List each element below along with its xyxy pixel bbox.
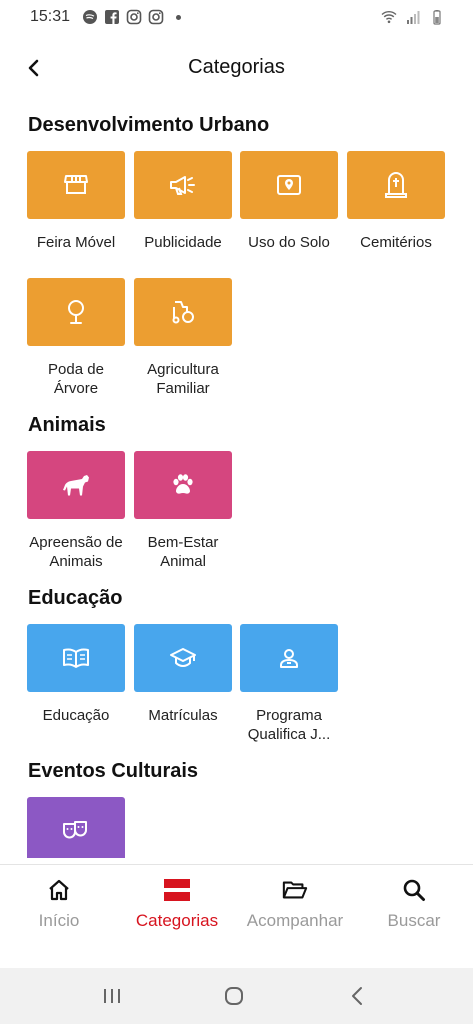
spotify-icon [83,10,97,24]
bottom-navigation: Início Categorias Acompanhar Buscar [0,864,473,968]
nav-tab-inicio[interactable]: Início [0,865,118,969]
category-tile [134,278,232,346]
category-label: Programa Qualifica J... [247,707,331,743]
category-tile [134,151,232,219]
recent-apps-icon[interactable] [92,982,132,1010]
category-label: Educação [42,707,110,724]
storefront-icon [64,175,88,194]
map-pin-icon [277,175,301,195]
category-tile [27,797,125,858]
instagram-icon [126,9,142,25]
theater-masks-icon [63,821,87,839]
category-label: Publicidade [144,234,222,251]
paw-icon [173,474,193,494]
category-tile [27,451,125,519]
category-label: Cemitérios [360,234,432,251]
category-bem-estar-animal[interactable]: Bem-Estar Animal [134,451,232,571]
back-chevron-icon[interactable] [337,982,377,1010]
category-label: Feira Móvel [36,234,116,251]
page-title: Categorias [188,56,285,78]
section-title-education: Educação [28,587,123,609]
category-tile [27,151,125,219]
status-time: 15:31 [30,8,71,25]
category-feira-movel[interactable]: Feira Móvel [27,151,125,252]
section-title-animals: Animais [28,414,106,436]
nav-label: Categorias [135,911,219,930]
category-matriculas[interactable]: Matrículas [134,624,232,725]
nav-tab-acompanhar[interactable]: Acompanhar [236,865,354,969]
nav-label: Buscar [387,911,441,930]
megaphone-icon [170,176,195,195]
person-icon [280,649,298,668]
category-publicidade[interactable]: Publicidade [134,151,232,252]
category-apreensao-de-animais[interactable]: Apreensão de Animais [27,451,125,571]
signal-icon [407,11,420,24]
search-icon [401,877,427,903]
notification-icons [82,9,181,25]
category-cemiterios[interactable]: Cemitérios [347,151,445,252]
agriculture-icon [172,301,194,324]
category-programa-qualifica[interactable]: Programa Qualifica J... [240,624,338,744]
horse-icon [63,475,89,496]
category-educacao[interactable]: Educação [27,624,125,725]
home-circle-icon[interactable] [214,982,254,1010]
tombstone-icon [385,172,407,198]
category-tile [240,151,338,219]
battery-icon [433,10,441,25]
more-notifications-dot [176,14,181,20]
section-title-culture: Eventos Culturais [28,760,199,782]
category-label: Bem-Estar Animal [147,534,219,570]
nav-label: Início [38,911,80,930]
facebook-icon [105,10,119,24]
status-bar: 15:31 [0,0,473,34]
category-tile [27,278,125,346]
category-poda-de-arvore[interactable]: Poda de Árvore [27,278,125,398]
nav-tab-categorias[interactable]: Categorias [118,865,236,969]
category-tile [347,151,445,219]
category-label: Matrículas [148,707,218,724]
category-label: Apreensão de Animais [29,534,123,570]
tree-icon [68,300,84,324]
category-tile [27,624,125,692]
wifi-icon [381,10,397,24]
system-status-icons [381,9,445,25]
category-tile [134,624,232,692]
category-label: Poda de Árvore [48,361,104,397]
graduation-cap-icon [170,648,196,668]
category-label: Uso do Solo [248,234,330,251]
category-agricultura-familiar[interactable]: Agricultura Familiar [134,278,232,398]
category-tile [134,451,232,519]
nav-label: Acompanhar [246,911,344,930]
nav-tab-buscar[interactable]: Buscar [355,865,473,969]
home-icon [46,877,72,903]
categories-list[interactable]: Desenvolvimento Urbano Feira Móvel Publi… [0,96,473,858]
categories-icon [164,877,190,903]
book-icon [63,648,89,668]
category-label: Agricultura Familiar [147,361,219,397]
system-navigation-bar [0,968,473,1024]
category-tile [240,624,338,692]
category-uso-do-solo[interactable]: Uso do Solo [240,151,338,252]
section-title-urban: Desenvolvimento Urbano [28,114,270,136]
instagram-icon [148,9,164,25]
app-header: Categorias [0,44,473,92]
category-eventos-culturais[interactable] [27,797,125,858]
folder-open-icon [282,877,308,903]
